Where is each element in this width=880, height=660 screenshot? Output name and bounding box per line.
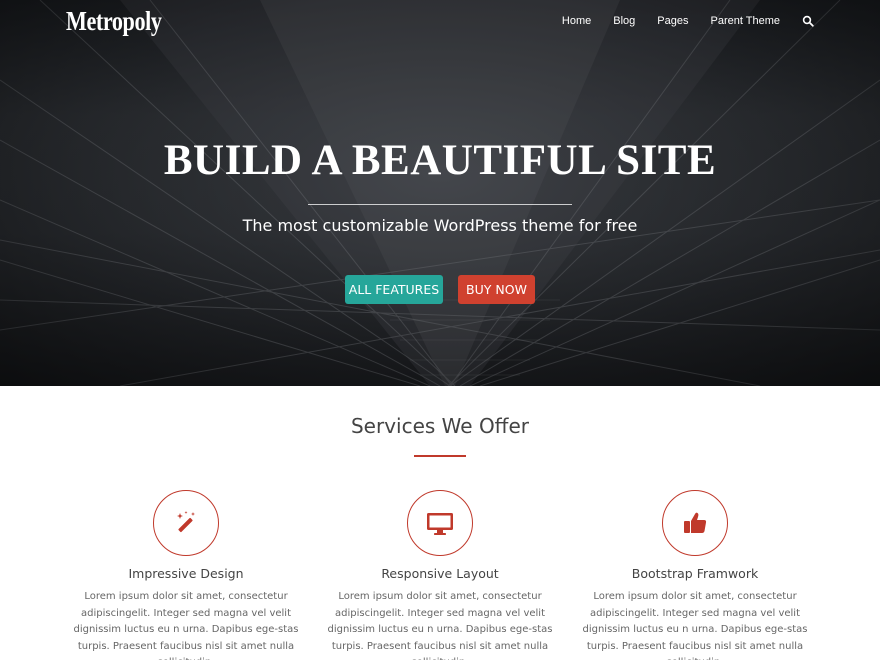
search-icon[interactable] xyxy=(802,15,814,27)
service-description: Lorem ipsum dolor sit amet, consectetur … xyxy=(582,591,808,660)
service-card-responsive-layout: Responsive Layout Lorem ipsum dolor sit … xyxy=(310,490,570,660)
nav-item-pages[interactable]: Pages xyxy=(657,15,688,27)
service-icon-circle xyxy=(662,490,728,556)
hero-subtitle: The most customizable WordPress theme fo… xyxy=(242,216,638,235)
buy-now-button[interactable]: BUY NOW xyxy=(458,275,535,304)
service-description: Lorem ipsum dolor sit amet, consectetur … xyxy=(327,591,553,660)
service-card-bootstrap-framework: Bootstrap Framwork Lorem ipsum dolor sit… xyxy=(565,490,825,660)
service-title: Responsive Layout xyxy=(381,566,499,581)
services-divider xyxy=(414,455,466,457)
service-card-impressive-design: Impressive Design Lorem ipsum dolor sit … xyxy=(56,490,316,660)
hero-title: BUILD A BEAUTIFUL SITE xyxy=(163,137,717,184)
thumbs-up-icon xyxy=(684,512,707,533)
service-icon-circle xyxy=(407,490,473,556)
hero-overlay xyxy=(0,0,880,386)
main-nav: Home Blog Pages Parent Theme xyxy=(540,15,814,27)
hero-divider xyxy=(308,204,572,205)
magic-wand-icon xyxy=(177,511,195,533)
service-description: Lorem ipsum dolor sit amet, consectetur … xyxy=(73,591,299,660)
service-title: Impressive Design xyxy=(128,566,244,581)
all-features-button[interactable]: ALL FEATURES xyxy=(345,275,443,304)
service-title: Bootstrap Framwork xyxy=(631,566,759,581)
nav-item-home[interactable]: Home xyxy=(562,15,591,27)
hero-banner xyxy=(0,0,880,386)
service-icon-circle xyxy=(153,490,219,556)
nav-item-parent-theme[interactable]: Parent Theme xyxy=(710,15,780,27)
services-heading: Services We Offer xyxy=(350,414,529,438)
nav-item-blog[interactable]: Blog xyxy=(613,15,635,27)
site-logo[interactable]: Metropoly xyxy=(66,6,162,37)
desktop-icon xyxy=(427,513,453,535)
